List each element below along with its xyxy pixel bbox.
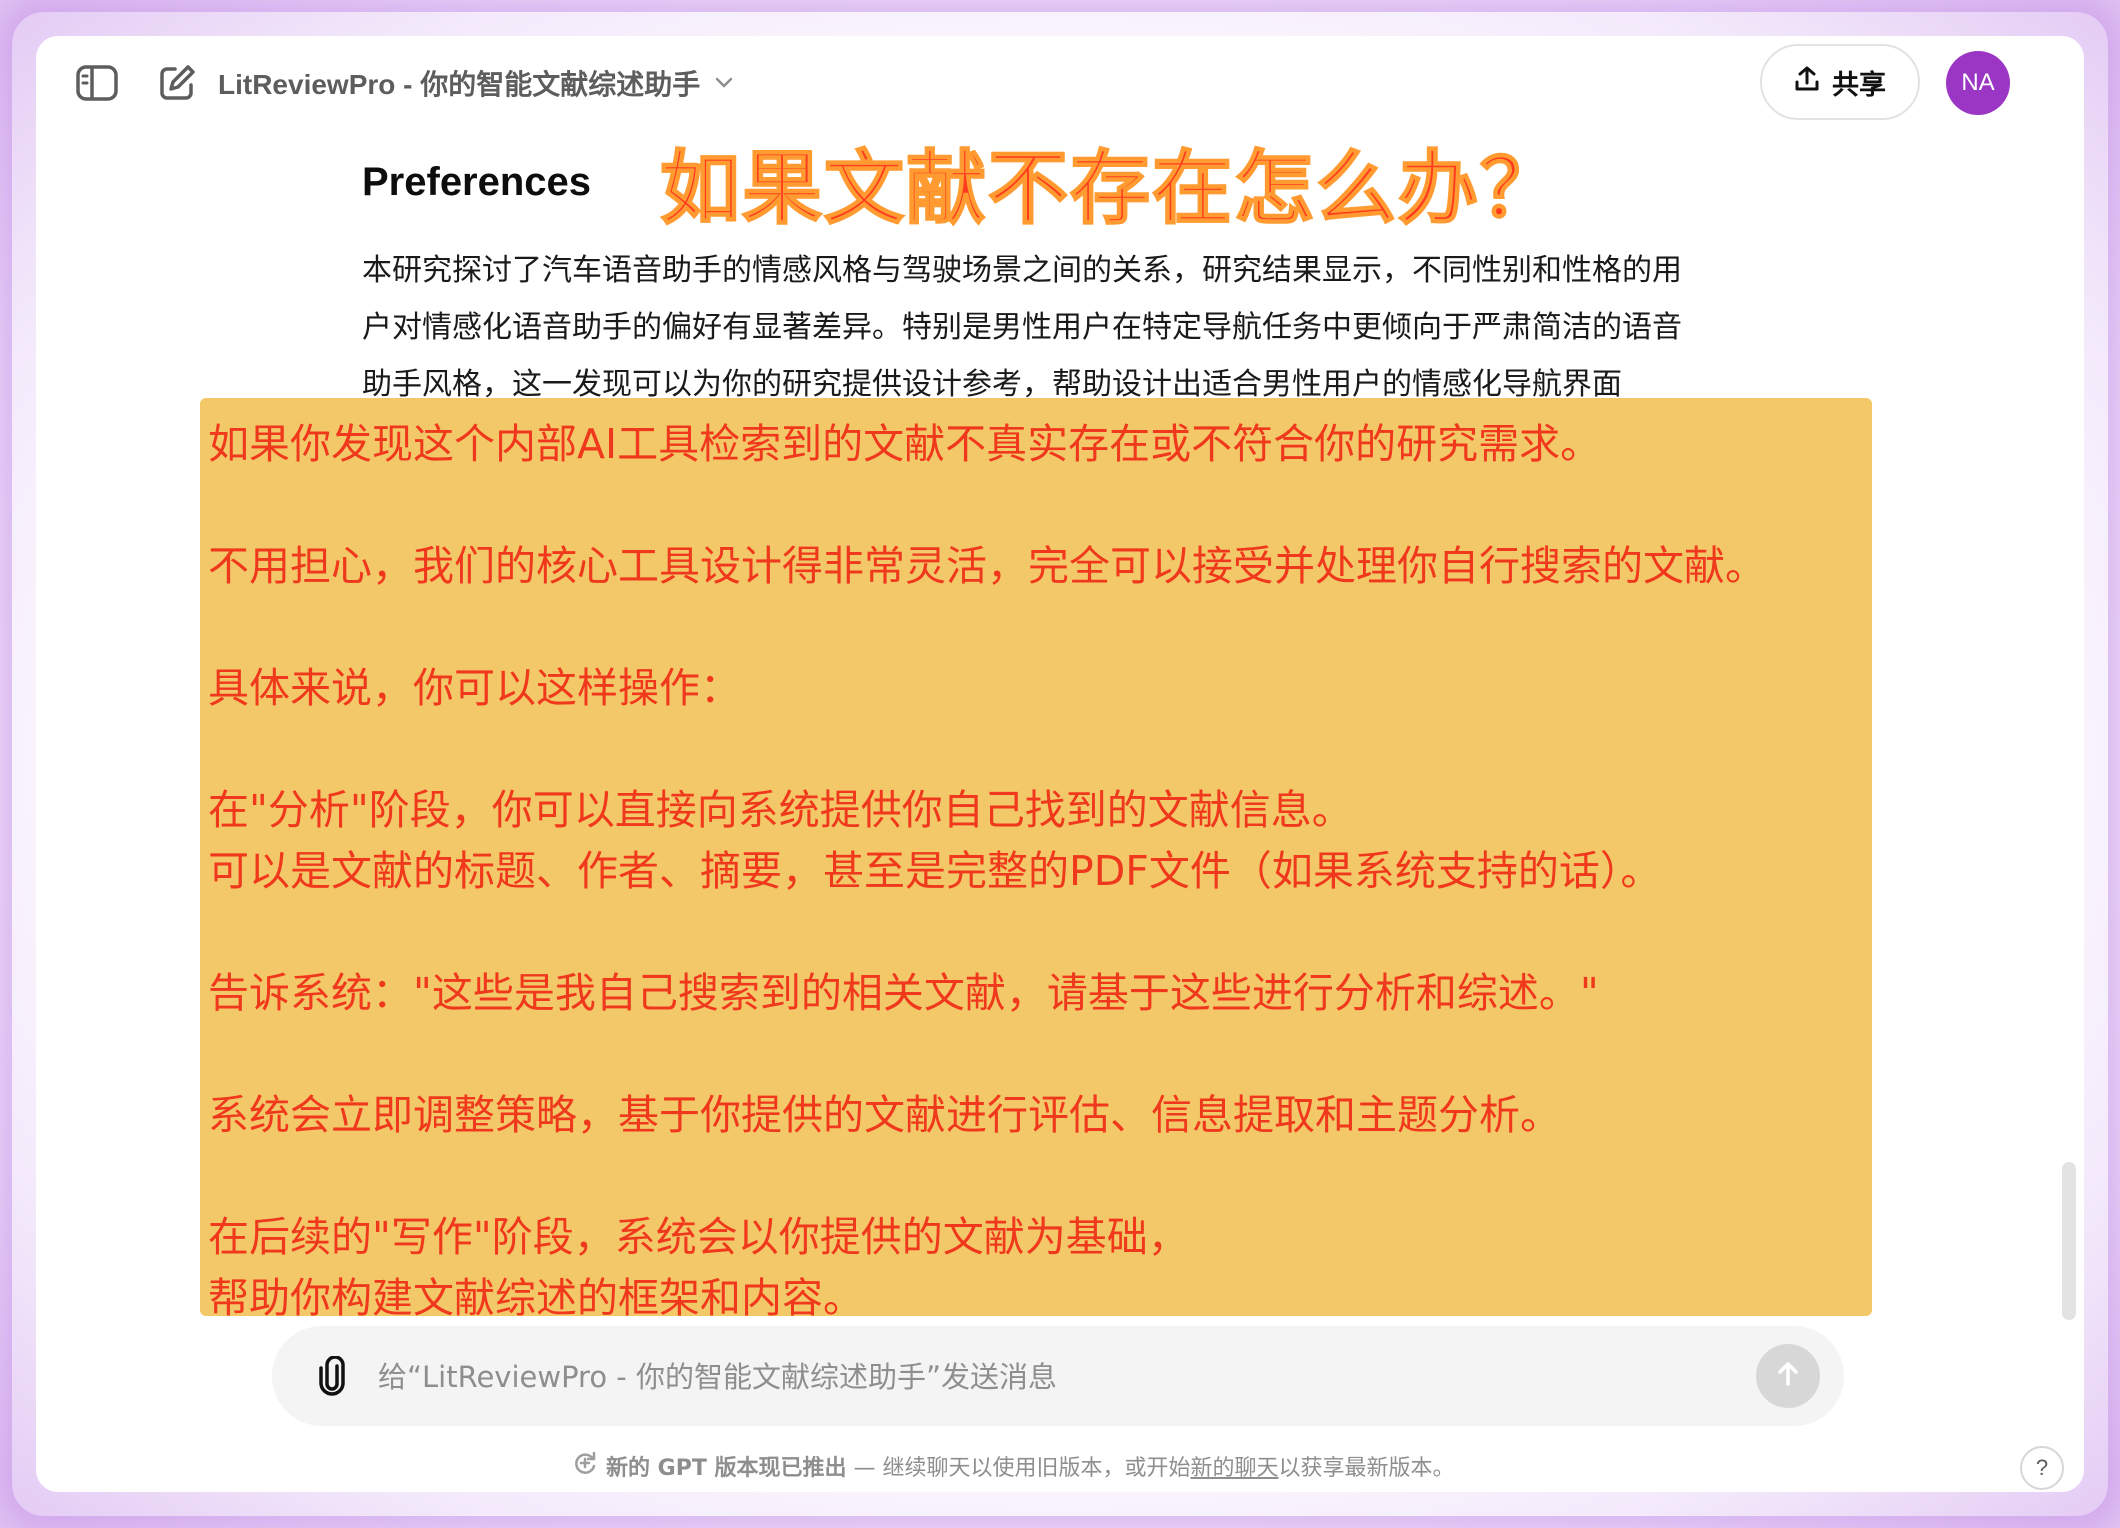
article-body: 本研究探讨了汽车语音助手的情感风格与驾驶场景之间的关系，研究结果显示，不同性别和… <box>362 242 1842 413</box>
notice-text-end: 以获享最新版本。 <box>1278 1456 1455 1481</box>
arrow-up-icon <box>1773 1359 1803 1393</box>
upload-icon <box>1794 65 1820 100</box>
note-line <box>208 475 1872 536</box>
article-line: 本研究探讨了汽车语音助手的情感风格与驾驶场景之间的关系，研究结果显示，不同性别和… <box>362 253 1682 288</box>
note-line: 告诉系统："这些是我自己搜索到的相关文献，请基于这些进行分析和综述。" <box>208 969 1599 1017</box>
note-line <box>208 902 1872 963</box>
note-line <box>208 1024 1872 1085</box>
share-label: 共享 <box>1832 69 1886 101</box>
notice-text: — 继续聊天以使用旧版本，或开始 <box>846 1456 1191 1481</box>
header: LitReviewPro - 你的智能文献综述助手 共享 NA <box>36 36 2084 126</box>
paperclip-icon[interactable] <box>310 1354 354 1398</box>
scrollbar-thumb[interactable] <box>2062 1162 2076 1320</box>
overlay-question: 如果文献不存在怎么办？ <box>626 116 1566 248</box>
note-line <box>208 597 1872 658</box>
message-composer <box>272 1326 1844 1426</box>
refresh-icon <box>572 1450 598 1482</box>
chat-window: LitReviewPro - 你的智能文献综述助手 共享 NA Preferen… <box>36 36 2084 1492</box>
note-line: 系统会立即调整策略，基于你提供的文献进行评估、信息提取和主题分析。 <box>208 1091 1561 1139</box>
sidebar-icon[interactable] <box>72 58 122 108</box>
send-button[interactable] <box>1756 1344 1820 1408</box>
note-line: 帮助你构建文献综述的框架和内容。 <box>208 1274 864 1322</box>
article-heading: Preferences <box>362 160 592 204</box>
avatar[interactable]: NA <box>1946 51 2010 115</box>
version-notice: 新的 GPT 版本现已推出 — 继续聊天以使用旧版本，或开始新的聊天以获享最新版… <box>572 1448 1455 1484</box>
note-line: 在"分析"阶段，你可以直接向系统提供你自己找到的文献信息。 <box>208 786 1353 834</box>
note-line: 可以是文献的标题、作者、摘要，甚至是完整的PDF文件（如果系统支持的话）。 <box>208 847 1662 895</box>
note-line <box>208 719 1872 780</box>
note-line: 如果你发现这个内部AI工具检索到的文献不真实存在或不符合你的研究需求。 <box>208 420 1602 468</box>
annotation-note: 如果你发现这个内部AI工具检索到的文献不真实存在或不符合你的研究需求。 不用担心… <box>200 398 1872 1322</box>
new-chat-link[interactable]: 新的聊天 <box>1191 1456 1279 1481</box>
note-line <box>208 1146 1872 1207</box>
chevron-down-icon <box>714 76 734 90</box>
message-input[interactable] <box>376 1346 1710 1408</box>
model-selector[interactable]: LitReviewPro - 你的智能文献综述助手 <box>218 60 734 106</box>
share-button[interactable]: 共享 <box>1760 44 1920 120</box>
notice-strong: 新的 GPT 版本现已推出 <box>606 1456 847 1481</box>
edit-icon[interactable] <box>152 58 202 108</box>
note-line: 在后续的"写作"阶段，系统会以你提供的文献为基础， <box>208 1213 1189 1261</box>
note-line: 具体来说，你可以这样操作： <box>208 664 741 712</box>
help-button[interactable]: ? <box>2020 1446 2064 1490</box>
model-title: LitReviewPro - 你的智能文献综述助手 <box>218 69 701 100</box>
article-line: 户对情感化语音助手的偏好有显著差异。特别是男性用户在特定导航任务中更倾向于严肃简… <box>362 310 1682 345</box>
note-line: 不用担心，我们的核心工具设计得非常灵活，完全可以接受并处理你自行搜索的文献。 <box>208 542 1766 590</box>
